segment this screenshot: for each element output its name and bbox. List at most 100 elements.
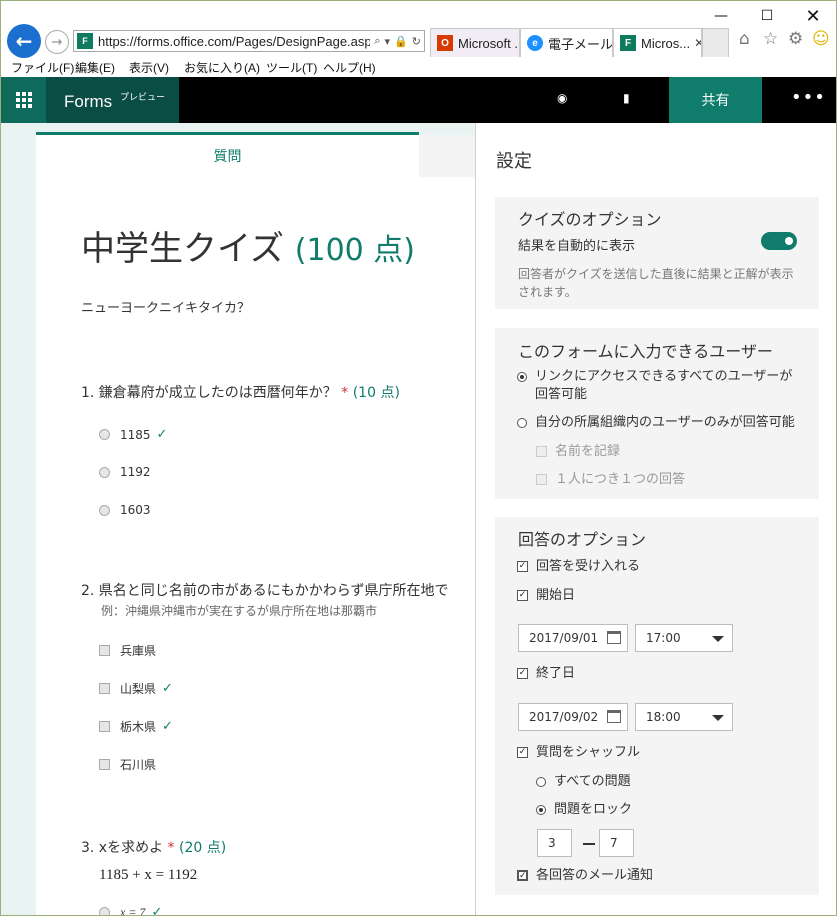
browser-window: — ☐ ✕ ← → F https://forms.office.com/Pag… <box>0 0 837 916</box>
question-3[interactable]: 3. xを求めよ * (20 点) <box>81 837 226 857</box>
option-item[interactable]: 山梨県 ✓ <box>99 680 173 697</box>
more-options-icon[interactable]: ••• <box>791 87 826 108</box>
forms-favicon-icon: F <box>77 33 93 49</box>
form-editor: 質問 中学生クイズ (100 点) ニューヨークニイキタイカ？ 1. 鎌倉幕府が… <box>1 123 475 916</box>
search-icon[interactable]: ⌕ <box>374 35 380 48</box>
radio-icon <box>99 466 110 478</box>
new-tab-button[interactable] <box>702 28 729 57</box>
address-bar[interactable]: F https://forms.office.com/Pages/DesignP… <box>73 30 425 52</box>
ie-icon: e <box>527 35 543 51</box>
radio-icon <box>99 504 110 516</box>
start-time-select[interactable]: 17:00 <box>635 624 733 652</box>
option-item[interactable]: 1603 <box>99 503 151 517</box>
menu-help[interactable]: ヘルプ(H) <box>323 59 376 76</box>
end-date-value: 2017/09/02 <box>529 710 599 724</box>
calendar-icon[interactable] <box>607 631 621 644</box>
end-date-input[interactable]: 2017/09/02 <box>518 703 628 731</box>
minimize-icon[interactable]: — <box>698 1 744 31</box>
correct-check-icon: ✓ <box>162 719 173 734</box>
home-icon[interactable]: ⌂ <box>739 29 750 49</box>
option-label: 終了日 <box>536 666 576 681</box>
correct-check-icon: ✓ <box>162 681 173 696</box>
theme-brush-icon[interactable]: ▮ <box>623 91 630 105</box>
option-label: 質問をシャッフル <box>536 745 641 760</box>
calendar-icon[interactable] <box>607 710 621 723</box>
option-item[interactable]: 栃木県 ✓ <box>99 718 173 735</box>
app-header: Forms プレビュー ◉ ▮ 共有 ••• <box>1 77 836 123</box>
option-label: 栃木県 <box>120 720 157 734</box>
checkbox-checked-icon: ✓ <box>517 747 528 758</box>
favorites-star-icon[interactable]: ☆ <box>763 29 778 49</box>
close-tab-icon[interactable]: ✕ <box>694 36 701 50</box>
radio-selected-icon <box>536 805 546 815</box>
start-date-input[interactable]: 2017/09/01 <box>518 624 628 652</box>
end-date-checkbox[interactable]: ✓ 終了日 <box>517 665 575 683</box>
browser-tab-1[interactable]: O Microsoft ... <box>430 28 520 57</box>
correct-check-icon: ✓ <box>151 905 163 916</box>
question-points: (20 点) <box>179 840 227 856</box>
maximize-icon[interactable]: ☐ <box>744 1 790 31</box>
menu-edit[interactable]: 編集(E) <box>75 59 115 76</box>
browser-tab-2[interactable]: e 電子メール... <box>520 28 613 57</box>
settings-title: 設定 <box>496 151 532 172</box>
shuffle-checkbox[interactable]: ✓ 質問をシャッフル <box>517 744 640 762</box>
end-time-select[interactable]: 18:00 <box>635 703 733 731</box>
question-1[interactable]: 1. 鎌倉幕府が成立したのは西暦何年か？ * (10 点) <box>81 382 400 402</box>
lock-icon: 🔒 <box>394 35 408 48</box>
option-item[interactable]: 兵庫県 <box>99 642 156 659</box>
forms-icon: F <box>620 35 636 51</box>
shuffle-all-radio[interactable]: すべての問題 <box>536 773 631 791</box>
office-icon: O <box>437 35 453 51</box>
form-title[interactable]: 中学生クイズ (100 点) <box>81 221 415 270</box>
app-brand[interactable]: Forms プレビュー <box>46 77 179 123</box>
option-label: 問題をロック <box>554 802 633 817</box>
option-item[interactable]: x = 7 ✓ <box>99 905 163 916</box>
accept-responses-checkbox[interactable]: ✓ 回答を受け入れる <box>517 558 640 576</box>
menu-file[interactable]: ファイル(F) <box>11 59 74 76</box>
tab-responses[interactable] <box>419 135 475 177</box>
refresh-icon[interactable]: ↻ <box>412 35 421 48</box>
menu-favorites[interactable]: お気に入り(A) <box>184 59 260 76</box>
question-2[interactable]: 2. 県名と同じ名前の市があるにもかかわらず県庁所在地で <box>81 580 449 600</box>
close-icon[interactable]: ✕ <box>790 1 836 31</box>
option-item[interactable]: 1192 <box>99 465 151 479</box>
option-label: 開始日 <box>536 588 576 603</box>
dropdown-icon[interactable]: ▾ <box>385 35 391 48</box>
record-name-checkbox[interactable]: 名前を記録 <box>536 443 620 461</box>
settings-gear-icon[interactable]: ⚙ <box>788 29 803 49</box>
checkbox-icon <box>99 759 110 770</box>
required-mark: * <box>167 840 175 856</box>
option-label: 山梨県 <box>120 682 157 696</box>
option-item[interactable]: 1185 ✓ <box>99 427 167 442</box>
back-icon[interactable]: ← <box>7 24 41 58</box>
option-item[interactable]: 石川県 <box>99 756 156 773</box>
option-label: 兵庫県 <box>120 644 157 658</box>
form-title-text: 中学生クイズ <box>81 229 284 269</box>
access-section: このフォームに入力できるユーザー リンクにアクセスできるすべてのユーザーが回答可… <box>495 328 819 499</box>
lock-questions-radio[interactable]: 問題をロック <box>536 801 632 819</box>
lock-from-input[interactable]: 3 <box>537 829 572 857</box>
menu-view[interactable]: 表示(V) <box>129 59 169 76</box>
menu-tools[interactable]: ツール(T) <box>266 59 317 76</box>
option-label: 自分の所属組織内のユーザーのみが回答可能 <box>535 415 795 430</box>
email-notify-checkbox[interactable]: ✓ 各回答のメール通知 <box>517 867 653 885</box>
auto-show-toggle[interactable] <box>761 232 797 250</box>
form-description[interactable]: ニューヨークニイキタイカ？ <box>81 297 250 316</box>
preview-eye-icon[interactable]: ◉ <box>557 91 567 105</box>
checkbox-checked-icon: ✓ <box>517 561 528 572</box>
app-launcher-icon[interactable] <box>1 77 46 123</box>
access-org-radio[interactable]: 自分の所属組織内のユーザーのみが回答可能 <box>517 414 817 432</box>
forward-icon[interactable]: → <box>45 30 69 54</box>
correct-check-icon: ✓ <box>156 427 168 442</box>
tab-questions[interactable]: 質問 <box>36 132 419 177</box>
browser-tab-3[interactable]: F Micros... ✕ <box>613 28 702 57</box>
access-anyone-radio[interactable]: リンクにアクセスできるすべてのユーザーが回答可能 <box>517 368 799 404</box>
checkbox-checked-icon: ✓ <box>517 668 528 679</box>
smiley-feedback-icon[interactable]: ☺ <box>812 29 830 49</box>
share-button[interactable]: 共有 <box>669 77 762 123</box>
one-response-checkbox[interactable]: １人につき１つの回答 <box>536 471 685 489</box>
auto-show-note: 回答者がクイズを送信した直後に結果と正解が表示されます。 <box>518 267 794 299</box>
lock-to-input[interactable]: 7 <box>599 829 634 857</box>
required-mark: * <box>341 385 349 401</box>
start-date-checkbox[interactable]: ✓ 開始日 <box>517 587 575 605</box>
